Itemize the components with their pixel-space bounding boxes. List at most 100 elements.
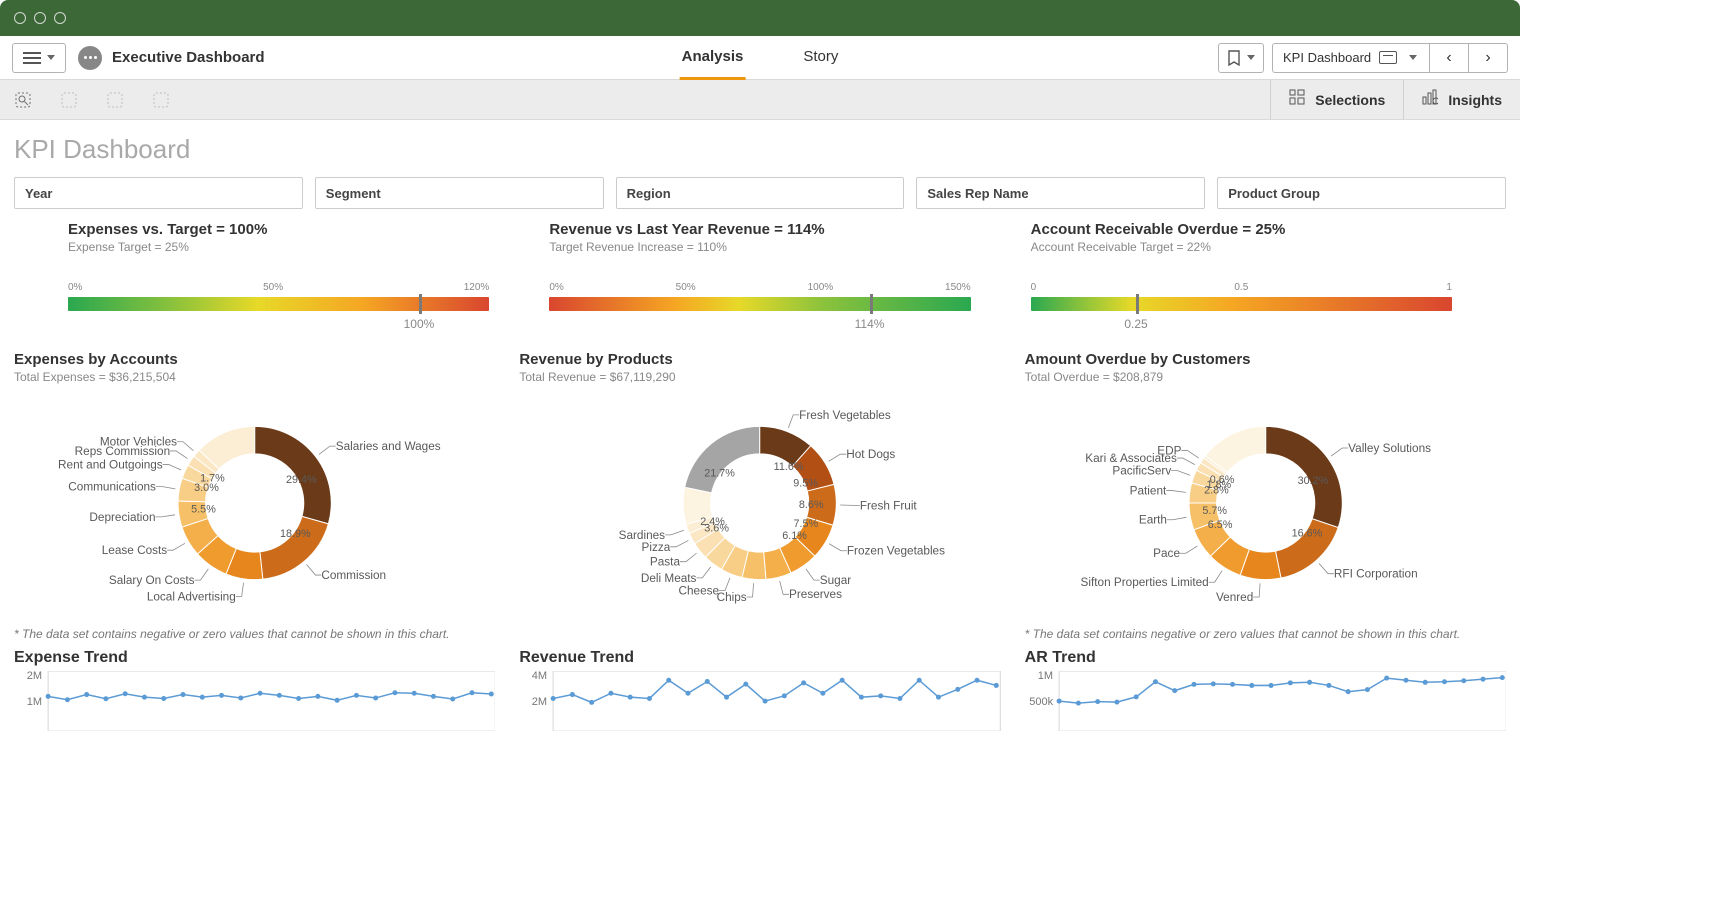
app-bar: Executive Dashboard Analysis Story KPI D…: [0, 36, 1520, 80]
donut-panel[interactable]: Amount Overdue by Customers Total Overdue…: [1025, 351, 1506, 641]
slice-label: Patient: [1129, 484, 1166, 497]
donut-subtitle: Total Revenue = $67,119,290: [519, 370, 1000, 384]
slice-label: Hot Dogs: [847, 448, 896, 461]
label-leader: [1181, 450, 1198, 458]
donut-subtitle: Total Overdue = $208,879: [1025, 370, 1506, 384]
selections-tool-button[interactable]: Selections: [1270, 80, 1403, 119]
svg-text:1M: 1M: [27, 696, 42, 708]
slice-label: Salary On Costs: [109, 574, 195, 587]
filter-year[interactable]: Year: [14, 177, 303, 209]
label-leader: [665, 530, 684, 535]
filter-region[interactable]: Region: [616, 177, 905, 209]
prev-sheet-button[interactable]: ‹: [1429, 43, 1469, 73]
slice-label: Chips: [717, 591, 747, 604]
label-leader: [719, 578, 730, 591]
filter-sales-rep-name[interactable]: Sales Rep Name: [916, 177, 1205, 209]
svg-text:2M: 2M: [532, 696, 547, 708]
center-nav: Analysis Story: [680, 36, 841, 80]
kpi-gauge[interactable]: Expenses vs. Target = 100%Expense Target…: [68, 221, 489, 331]
label-leader: [671, 540, 689, 546]
label-leader: [789, 415, 800, 428]
filter-segment[interactable]: Segment: [315, 177, 604, 209]
sheet-selector-label: KPI Dashboard: [1283, 50, 1371, 65]
kpi-needle: [870, 294, 873, 314]
donut-row: Expenses by AccountsTotal Expenses = $36…: [14, 351, 1506, 641]
step-forward-icon: [106, 91, 124, 109]
chevron-left-icon: ‹: [1446, 49, 1451, 67]
window-close-icon[interactable]: [14, 12, 26, 24]
label-leader: [806, 569, 820, 580]
slice-label: Venred: [1216, 591, 1253, 604]
label-leader: [319, 446, 336, 454]
nav-menu-button[interactable]: [12, 43, 66, 73]
trend-chart: 1M 500k: [1025, 671, 1506, 736]
sheet-icon: [1379, 51, 1397, 64]
insights-label: Insights: [1448, 92, 1502, 108]
smart-search-button[interactable]: [0, 80, 46, 120]
bookmark-button[interactable]: [1218, 43, 1264, 73]
label-leader: [1319, 563, 1334, 573]
kpi-gauge[interactable]: Revenue vs Last Year Revenue = 114%Targe…: [549, 221, 970, 331]
svg-text:1M: 1M: [1037, 671, 1052, 682]
slice-pct: 8.6%: [799, 499, 824, 511]
window-zoom-icon[interactable]: [54, 12, 66, 24]
label-leader: [829, 454, 847, 461]
donut-chart: Fresh Vegetables11.6%Hot Dogs9.5%Fresh F…: [519, 390, 1000, 621]
donut-chart: Valley Solutions30.2%RFI Corporation16.6…: [1025, 390, 1506, 621]
label-leader: [156, 486, 175, 488]
donut-panel[interactable]: Expenses by AccountsTotal Expenses = $36…: [14, 351, 495, 641]
slice-pct: 5.7%: [1202, 505, 1227, 517]
trend-panel[interactable]: AR Trend1M500k: [1025, 649, 1506, 736]
label-leader: [697, 567, 711, 578]
slice-label: Sifton Properties Limited: [1080, 576, 1208, 589]
slice-pct: 0.6%: [1209, 474, 1234, 486]
next-sheet-button[interactable]: ›: [1468, 43, 1508, 73]
donut-panel[interactable]: Revenue by Products Total Revenue = $67,1…: [519, 351, 1000, 641]
slice-label: Fresh Fruit: [860, 499, 918, 512]
insights-button[interactable]: Insights: [1403, 80, 1520, 119]
label-leader: [1166, 491, 1186, 493]
window-minimize-icon[interactable]: [34, 12, 46, 24]
trend-panel[interactable]: Revenue Trend4M2M: [519, 649, 1000, 736]
slice-pct: 9.5%: [794, 478, 819, 490]
slice-label: RFI Corporation: [1334, 568, 1418, 581]
donut-slice[interactable]: [260, 516, 328, 579]
svg-text:500k: 500k: [1029, 696, 1053, 708]
tab-analysis[interactable]: Analysis: [680, 36, 746, 80]
filter-product-group[interactable]: Product Group: [1217, 177, 1506, 209]
svg-text:2M: 2M: [27, 671, 42, 682]
slice-label: Preserves: [789, 588, 842, 601]
sheet-selector[interactable]: KPI Dashboard: [1272, 43, 1430, 73]
slice-label: Rent and Outgoings: [58, 458, 163, 471]
slice-label: Fresh Vegetables: [799, 409, 891, 422]
slice-pct: 16.6%: [1291, 527, 1322, 539]
chevron-right-icon: ›: [1485, 49, 1490, 67]
trend-panel[interactable]: Expense Trend2M1M: [14, 649, 495, 736]
donut-slice[interactable]: [685, 426, 760, 493]
donut-title: Amount Overdue by Customers: [1025, 351, 1506, 368]
kpi-scale: 0%50%120%: [68, 282, 489, 293]
donut-subtitle: Total Expenses = $36,215,504: [14, 370, 495, 384]
trend-chart: 2M 1M: [14, 671, 495, 736]
slice-label: Salaries and Wages: [336, 440, 441, 453]
kpi-scale: 0%50%100%150%: [549, 282, 970, 293]
donut-title: Revenue by Products: [519, 351, 1000, 368]
slice-label: Sardines: [619, 529, 666, 542]
window-titlebar: [0, 0, 1520, 36]
slice-pct: 21.7%: [705, 467, 736, 479]
tab-story[interactable]: Story: [801, 36, 840, 80]
label-leader: [1331, 448, 1348, 456]
slice-label: Frozen Vegetables: [847, 545, 945, 558]
kpi-title: Account Receivable Overdue = 25%: [1031, 221, 1452, 238]
label-leader: [1177, 458, 1195, 465]
slice-pct: 2.4%: [701, 516, 726, 528]
label-leader: [155, 515, 174, 517]
slice-label: Local Advertising: [147, 590, 236, 603]
label-leader: [163, 464, 181, 470]
donut-note: * The data set contains negative or zero…: [1025, 627, 1506, 641]
slice-pct: 7.5%: [794, 518, 819, 530]
slice-label: Motor Vehicles: [100, 436, 177, 449]
label-leader: [1208, 571, 1221, 583]
kpi-gauge[interactable]: Account Receivable Overdue = 25%Account …: [1031, 221, 1452, 331]
chevron-down-icon: [1409, 55, 1417, 60]
